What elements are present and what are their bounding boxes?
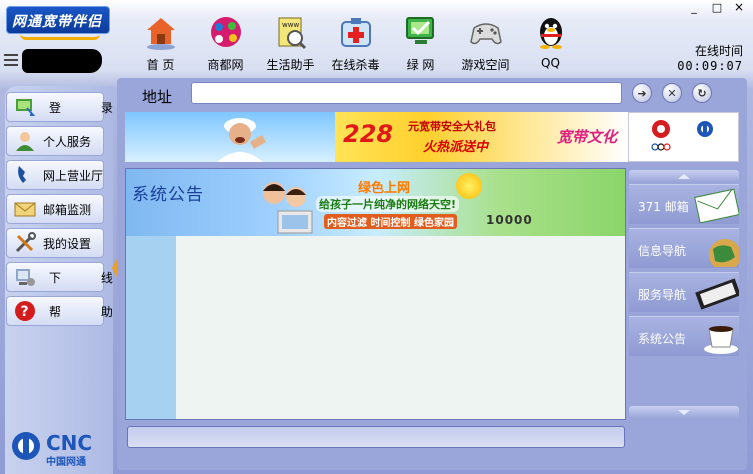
scroll-down-button[interactable] [629,406,739,418]
address-label: 地址 [142,88,173,106]
maximize-button[interactable]: □ [708,0,726,14]
arrow-right-icon: ➜ [637,86,647,100]
online-time-value: 00:09:07 [677,59,743,73]
person-icon [13,129,37,153]
right-item-mail[interactable]: 371 邮箱 [629,184,740,224]
right-item-system-notice[interactable]: 系统公告 [629,316,739,356]
notice-panel: 系统公告 绿色上网 给孩子一片纯净的网络天空! 内容过滤 时间控制 绿色家园 1… [125,168,626,420]
sidebar-item-personal[interactable]: 个人服务 [6,126,104,156]
app-window: _ □ × 网通宽带伴侣 首 页 商都网 www 生活助手 在线杀毒 绿 网 游… [0,0,753,474]
refresh-button[interactable]: ↻ [692,83,712,103]
sidebar-item-settings[interactable]: 我的设置 [6,228,104,258]
sidebar-item-mail-monitor[interactable]: 邮箱监测 [6,194,104,224]
svg-text:www: www [282,21,299,29]
keyboard-icon [691,275,741,311]
right-item-service-nav[interactable]: 服务导航 [629,272,741,312]
online-time-label: 在线时间 [694,44,743,58]
green-net-icon [401,14,441,52]
online-time: 在线时间 00:09:07 [677,44,743,74]
cnc-logo-subtitle: 中国网通 [46,457,86,468]
man-photo [213,114,267,162]
address-input[interactable] [191,82,622,104]
sidebar-item-online-hall[interactable]: 网上营业厅 [6,160,104,190]
life-assistant-icon: www [271,14,311,52]
svg-text:?: ? [21,304,29,320]
gamepad-icon [466,14,506,52]
logout-icon [13,265,37,289]
notice-title: 系统公告 [132,185,204,205]
refresh-icon: ↻ [697,86,707,100]
banner-line1: 元宽带安全大礼包 [408,120,496,133]
close-button[interactable]: × [730,0,748,14]
mail-icon [13,197,37,221]
toolbar-shangdu[interactable]: 商都网 [193,14,258,76]
close-icon: ✕ [667,86,677,100]
toolbar-green[interactable]: 绿 网 [388,14,453,76]
sun-icon [456,173,482,199]
qq-penguin-icon [531,14,571,52]
triangle-up-icon [678,173,690,179]
toolbar-home[interactable]: 首 页 [128,14,193,76]
phone-icon [13,163,37,187]
green-features: 内容过滤 时间控制 绿色家园 [324,214,457,229]
username-redacted [22,49,102,73]
right-item-info-nav[interactable]: 信息导航 [629,228,741,271]
shangdu-icon [206,14,246,52]
notice-content[interactable] [176,236,625,419]
toolbar-antivirus[interactable]: 在线杀毒 [323,14,388,76]
minimize-button[interactable]: _ [685,0,703,14]
main-toolbar: 首 页 商都网 www 生活助手 在线杀毒 绿 网 游戏空间 QQ [128,14,583,76]
brand-name: 网通宽带伴侣 [12,14,102,30]
notice-side-strip [126,236,176,419]
green-slogan: 给孩子一片纯净的网络天空! [316,196,460,212]
coffee-cup-icon [691,319,739,355]
sidebar-item-login[interactable]: 登 录 [6,92,113,122]
toolbar-game[interactable]: 游戏空间 [453,14,518,76]
service-number: 10000 [486,213,533,227]
kids-photo [254,175,318,235]
help-icon: ? [13,299,37,323]
cnc-logo: CNC 中国网通 [10,428,106,468]
sidebar-item-help[interactable]: ? 帮 助 [6,296,113,326]
status-bar [127,426,625,448]
cnc-logo-text: CNC [46,431,93,455]
triangle-down-icon [678,409,690,415]
toolbar-life[interactable]: www 生活助手 [258,14,323,76]
envelope-icon [691,187,740,224]
sponsor-logos [628,112,739,162]
brand-logo: 网通宽带伴侣 [0,0,113,44]
menu-lines-icon [4,54,20,68]
green-heading: 绿色上网 [358,181,411,196]
login-icon [13,95,37,119]
sidebar-item-logout[interactable]: 下 线 [6,262,113,292]
stop-button[interactable]: ✕ [662,83,682,103]
promo-banner[interactable]: 228 元宽带安全大礼包 火热派送中 宽带文化 [125,112,628,162]
banner-line2: 火热派送中 [423,140,489,155]
banner-number: 228 [343,120,394,148]
toolbar-qq[interactable]: QQ [518,14,583,76]
go-button[interactable]: ➜ [632,83,652,103]
tools-icon [13,231,37,255]
right-panel: 371 邮箱 信息导航 服务导航 系统公告 [629,170,741,420]
globe-icon [691,231,741,271]
antivirus-icon [336,14,376,52]
banner-line3: 宽带文化 [557,128,618,146]
scroll-up-button[interactable] [629,170,739,182]
home-icon [141,14,181,52]
green-net-banner[interactable]: 系统公告 绿色上网 给孩子一片纯净的网络天空! 内容过滤 时间控制 绿色家园 1… [126,169,625,236]
